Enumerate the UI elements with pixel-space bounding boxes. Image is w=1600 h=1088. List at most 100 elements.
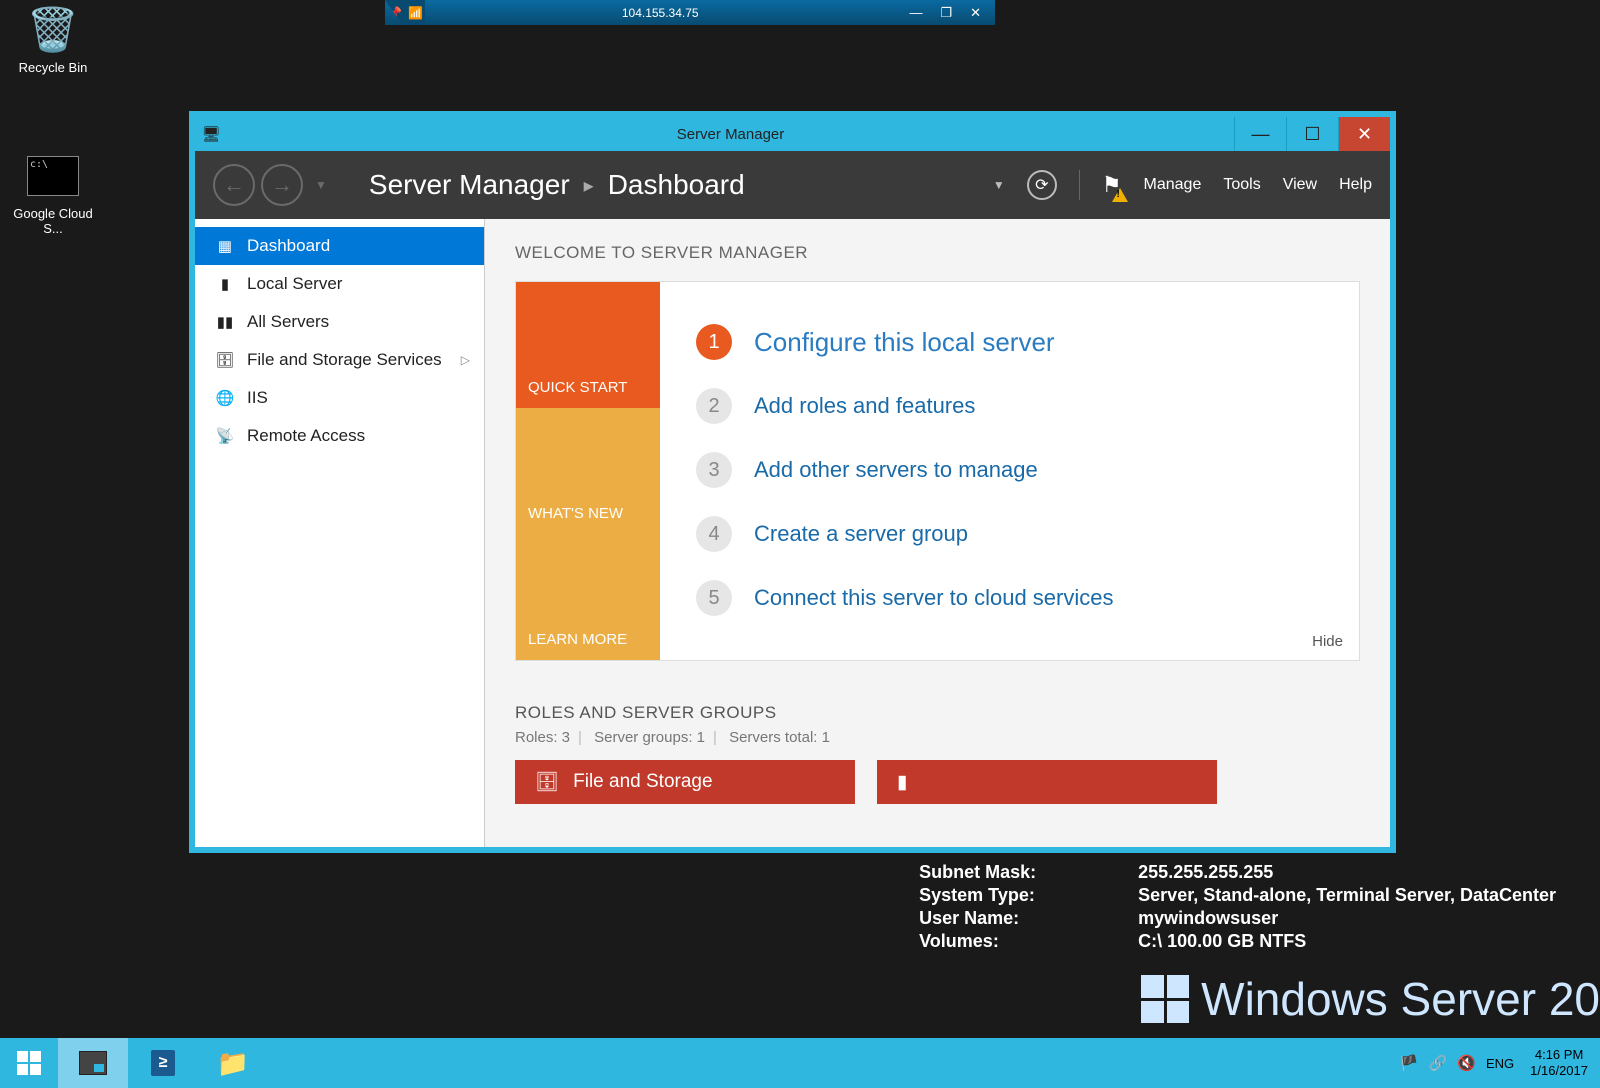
server-icon: ▮	[897, 771, 907, 794]
nav-history-dropdown[interactable]: ▼	[309, 178, 333, 192]
sidebar-item-file-storage[interactable]: 🗄 File and Storage Services ▷	[195, 341, 484, 379]
content-area: WELCOME TO SERVER MANAGER QUICK START WH…	[485, 219, 1390, 847]
sidebar: ▦ Dashboard ▮ Local Server ▮▮ All Server…	[195, 219, 485, 847]
remote-connection-bar: 📌 📶 104.155.34.75 — ❐ ✕	[385, 0, 995, 25]
welcome-panel: QUICK START WHAT'S NEW LEARN MORE 1 Conf…	[515, 281, 1360, 661]
quick-start-step: 4 Create a server group	[696, 502, 1323, 566]
divider	[1079, 170, 1080, 200]
navbar: ← → ▼ Server Manager ▸ Dashboard ▼ ⟳ ⚑ M…	[195, 151, 1390, 219]
breadcrumb-current: Dashboard	[608, 169, 745, 201]
quick-start-step: 2 Add roles and features	[696, 374, 1323, 438]
step-link-add-roles[interactable]: Add roles and features	[754, 393, 975, 419]
titlebar: 🖥 Server Manager — ☐ ✕	[195, 117, 1390, 151]
maximize-button[interactable]: ☐	[1286, 117, 1338, 151]
step-link-configure[interactable]: Configure this local server	[754, 327, 1055, 358]
step-link-server-group[interactable]: Create a server group	[754, 521, 968, 547]
roles-heading: ROLES AND SERVER GROUPS	[515, 703, 1360, 723]
chevron-right-icon: ▷	[461, 353, 470, 367]
roles-meta: Roles: 3| Server groups: 1| Servers tota…	[515, 729, 1360, 746]
tile-whats-new[interactable]: WHAT'S NEW	[516, 408, 660, 534]
sidebar-item-label: Local Server	[247, 274, 342, 294]
tray-clock[interactable]: 4:16 PM 1/16/2017	[1524, 1047, 1588, 1078]
minimize-button[interactable]: —	[1234, 117, 1286, 151]
servers-icon: ▮▮	[215, 313, 235, 331]
menu-help[interactable]: Help	[1339, 176, 1372, 194]
welcome-heading: WELCOME TO SERVER MANAGER	[515, 243, 1360, 263]
tile-quick-start[interactable]: QUICK START	[516, 282, 660, 408]
recycle-bin-icon: 🗑️	[23, 4, 83, 56]
sidebar-item-label: All Servers	[247, 312, 329, 332]
step-link-cloud[interactable]: Connect this server to cloud services	[754, 585, 1114, 611]
app-icon: 🖥	[195, 125, 227, 143]
remote-minimize-button[interactable]: —	[909, 5, 922, 21]
windows-watermark: Windows Server 20	[1141, 972, 1600, 1026]
step-link-add-servers[interactable]: Add other servers to manage	[754, 457, 1038, 483]
desktop-icon-recycle-bin[interactable]: 🗑️ Recycle Bin	[8, 4, 98, 75]
menu-tools[interactable]: Tools	[1223, 176, 1260, 194]
taskbar-powershell[interactable]: ≥	[128, 1038, 198, 1088]
breadcrumb-root[interactable]: Server Manager	[369, 169, 570, 201]
sidebar-item-remote-access[interactable]: 📡 Remote Access	[195, 417, 484, 455]
hide-button[interactable]: Hide	[1312, 633, 1343, 650]
sidebar-item-label: File and Storage Services	[247, 350, 442, 370]
step-number: 2	[696, 388, 732, 424]
powershell-icon: ≥	[151, 1050, 176, 1076]
refresh-button[interactable]: ⟳	[1027, 170, 1057, 200]
role-card[interactable]: ▮	[877, 760, 1217, 804]
chevron-right-icon: ▸	[584, 173, 594, 198]
storage-icon: 🗄	[535, 770, 559, 794]
desktop-icon-google-cloud[interactable]: Google Cloud S...	[8, 150, 98, 236]
sidebar-item-label: Dashboard	[247, 236, 330, 256]
sidebar-item-all-servers[interactable]: ▮▮ All Servers	[195, 303, 484, 341]
folder-icon: 📁	[217, 1048, 249, 1079]
bginfo-overlay: Subnet Mask:255.255.255.255 System Type:…	[917, 860, 1558, 954]
remote-close-button[interactable]: ✕	[970, 5, 981, 21]
step-number: 3	[696, 452, 732, 488]
tray-flag-icon[interactable]: 🏴	[1400, 1054, 1419, 1072]
breadcrumb: Server Manager ▸ Dashboard	[339, 169, 745, 201]
forward-button[interactable]: →	[261, 164, 303, 206]
sidebar-item-dashboard[interactable]: ▦ Dashboard	[195, 227, 484, 265]
windows-logo-icon	[1141, 975, 1189, 1023]
tray-volume-icon[interactable]: 🔇	[1457, 1054, 1476, 1072]
step-number: 1	[696, 324, 732, 360]
quick-start-step: 3 Add other servers to manage	[696, 438, 1323, 502]
desktop-icon-label: Recycle Bin	[19, 60, 88, 75]
window-title: Server Manager	[227, 126, 1234, 143]
taskbar-explorer[interactable]: 📁	[198, 1038, 268, 1088]
quick-start-step: 1 Configure this local server	[696, 310, 1323, 374]
notifications-button[interactable]: ⚑	[1102, 172, 1122, 198]
server-manager-window: 🖥 Server Manager — ☐ ✕ ← → ▼ Server Mana…	[190, 112, 1395, 852]
remote-restore-button[interactable]: ❐	[940, 5, 952, 21]
sidebar-item-label: Remote Access	[247, 426, 365, 446]
taskbar-server-manager[interactable]	[58, 1038, 128, 1088]
desktop-icon-label: Google Cloud S...	[13, 206, 93, 236]
sidebar-item-label: IIS	[247, 388, 268, 408]
menu-view[interactable]: View	[1283, 176, 1317, 194]
storage-icon: 🗄	[215, 351, 235, 369]
taskbar: ≥ 📁 🏴 🔗 🔇 ENG 4:16 PM 1/16/2017	[0, 1038, 1600, 1088]
menu-manage[interactable]: Manage	[1144, 176, 1202, 194]
remote-icon: 📡	[215, 427, 235, 445]
iis-icon: 🌐	[215, 389, 235, 407]
server-icon: ▮	[215, 275, 235, 293]
remote-address: 104.155.34.75	[425, 6, 895, 20]
tray-network-icon[interactable]: 🔗	[1429, 1054, 1448, 1072]
server-manager-icon	[79, 1051, 107, 1075]
close-button[interactable]: ✕	[1338, 117, 1390, 151]
nav-dropdown-icon[interactable]: ▼	[993, 178, 1005, 192]
sidebar-item-iis[interactable]: 🌐 IIS	[195, 379, 484, 417]
step-number: 5	[696, 580, 732, 616]
quick-start-step: 5 Connect this server to cloud services	[696, 566, 1323, 630]
sidebar-item-local-server[interactable]: ▮ Local Server	[195, 265, 484, 303]
tray-language[interactable]: ENG	[1486, 1056, 1514, 1071]
warning-icon	[1112, 180, 1128, 202]
tile-learn-more[interactable]: LEARN MORE	[516, 534, 660, 660]
role-card-file-storage[interactable]: 🗄 File and Storage	[515, 760, 855, 804]
pin-icon[interactable]: 📌 📶	[385, 0, 425, 25]
windows-logo-icon	[17, 1051, 41, 1075]
start-button[interactable]	[0, 1038, 58, 1088]
terminal-icon	[23, 150, 83, 202]
back-button[interactable]: ←	[213, 164, 255, 206]
dashboard-icon: ▦	[215, 237, 235, 255]
